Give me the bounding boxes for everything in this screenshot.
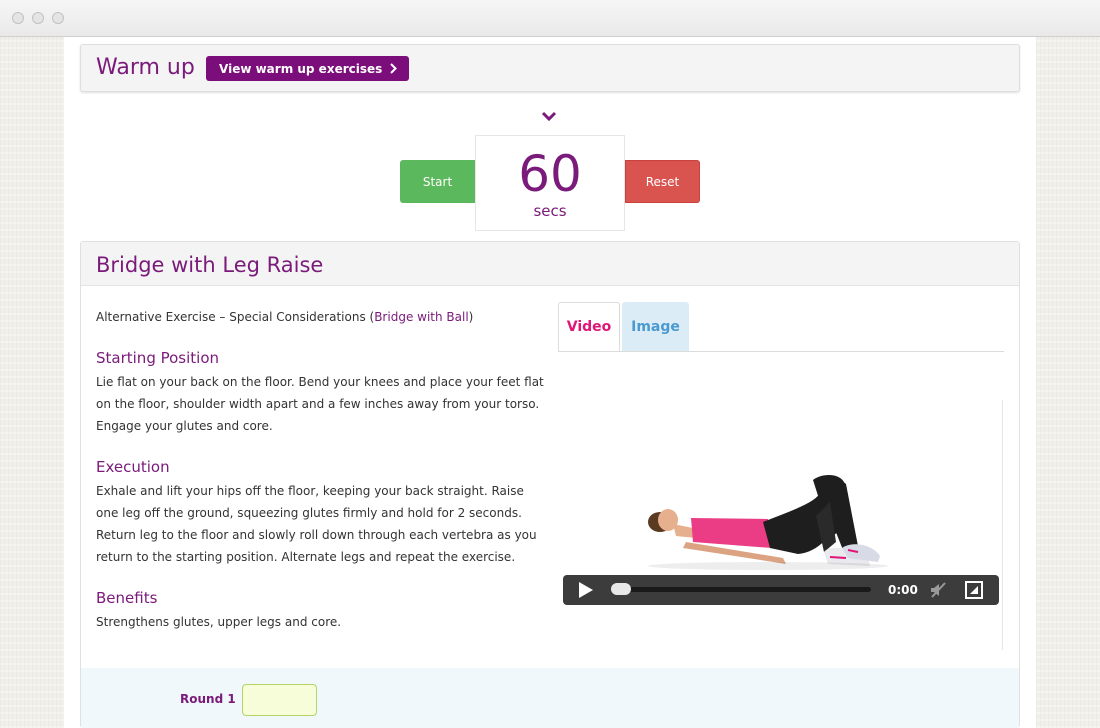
view-warmup-label: View warm up exercises xyxy=(219,61,383,76)
video-progress-track[interactable] xyxy=(613,587,871,592)
warmup-title: Warm up xyxy=(96,55,195,80)
woman-bridge-illustration xyxy=(648,475,888,570)
video-controls: 0:00 xyxy=(563,575,999,605)
window-titlebar xyxy=(0,0,1100,37)
fullscreen-icon[interactable] xyxy=(965,581,983,599)
tab-image[interactable]: Image xyxy=(622,302,689,351)
round-1-input[interactable] xyxy=(242,684,317,716)
video-time: 0:00 xyxy=(888,583,918,597)
rounds-section: Round 1 xyxy=(81,668,1019,728)
exercise-video[interactable] xyxy=(558,352,1004,652)
alt-prefix: Alternative Exercise – Special Considera… xyxy=(96,310,375,324)
timer-display: 60 secs xyxy=(475,135,625,231)
timer-unit: secs xyxy=(533,202,567,220)
execution-heading: Execution xyxy=(96,458,170,476)
benefits-heading: Benefits xyxy=(96,589,158,607)
alternative-exercise-line: Alternative Exercise – Special Considera… xyxy=(96,310,473,324)
start-button[interactable]: Start xyxy=(400,160,475,203)
chevron-right-icon xyxy=(390,63,398,74)
page-content: Warm up View warm up exercises Start 60 … xyxy=(64,37,1036,728)
window-close-icon[interactable] xyxy=(12,12,24,24)
execution-text: Exhale and lift your hips off the floor,… xyxy=(96,484,537,564)
mute-icon[interactable] xyxy=(929,581,947,599)
exercise-panel: Bridge with Leg Raise Alternative Exerci… xyxy=(80,241,1020,728)
round-1-label: Round 1 xyxy=(180,692,236,706)
reset-button[interactable]: Reset xyxy=(625,160,700,203)
window-maximize-icon[interactable] xyxy=(52,12,64,24)
chevron-down-icon[interactable] xyxy=(541,110,557,124)
tab-video[interactable]: Video xyxy=(558,302,620,352)
timer-value: 60 xyxy=(518,145,582,203)
alt-suffix: ) xyxy=(468,310,474,324)
starting-position-heading: Starting Position xyxy=(96,349,220,367)
window-minimize-icon[interactable] xyxy=(32,12,44,24)
play-icon[interactable] xyxy=(577,581,595,599)
video-progress-handle[interactable] xyxy=(611,583,631,595)
warmup-panel: Warm up View warm up exercises xyxy=(80,44,1020,92)
exercise-header: Bridge with Leg Raise xyxy=(81,242,1019,286)
alt-exercise-link[interactable]: Bridge with Ball xyxy=(374,310,468,324)
benefits-text: Strengthens glutes, upper legs and core. xyxy=(96,615,342,629)
starting-position-text: Lie flat on your back on the floor. Bend… xyxy=(96,375,544,433)
exercise-title: Bridge with Leg Raise xyxy=(96,253,324,277)
view-warmup-button[interactable]: View warm up exercises xyxy=(206,56,410,81)
